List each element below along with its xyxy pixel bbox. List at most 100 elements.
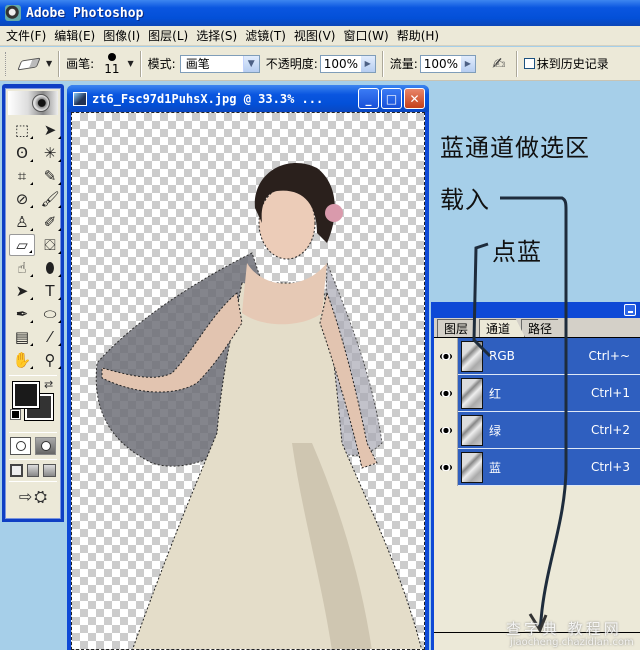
standard-mode-button[interactable] bbox=[10, 437, 31, 455]
menu-filter[interactable]: 滤镜(T) bbox=[243, 27, 292, 44]
menu-window[interactable]: 窗口(W) bbox=[341, 27, 394, 44]
magic-wand-tool[interactable]: ✳ bbox=[37, 142, 63, 164]
notes-tool[interactable]: ▤ bbox=[9, 326, 35, 348]
flow-field[interactable]: 100% ▶ bbox=[419, 54, 476, 73]
mode-select[interactable]: 画笔 ▼ bbox=[179, 54, 260, 73]
flow-label: 流量: bbox=[389, 57, 418, 71]
menu-edit[interactable]: 编辑(E) bbox=[52, 27, 101, 44]
channels-palette: 图层 通道 路径 RGB Ctrl+~ 红 Ctrl+1 绿 Ctrl+2 蓝 … bbox=[431, 302, 640, 650]
marquee-tool[interactable]: ⬚ bbox=[9, 119, 35, 141]
brush-dropdown-arrow-icon[interactable]: ▼ bbox=[127, 59, 133, 68]
checkbox-box[interactable] bbox=[523, 58, 535, 69]
visibility-toggle[interactable] bbox=[434, 374, 458, 412]
full-screen-menu-mode-button[interactable] bbox=[26, 464, 40, 477]
channel-row-rgb[interactable]: RGB Ctrl+~ bbox=[434, 337, 640, 375]
clone-stamp-tool[interactable]: ♙ bbox=[9, 211, 35, 233]
tool-preset-picker[interactable]: ▼ bbox=[17, 57, 53, 70]
channel-shortcut: Ctrl+3 bbox=[590, 460, 630, 474]
move-tool[interactable]: ➤ bbox=[37, 119, 63, 141]
palette-minimize-button[interactable] bbox=[624, 304, 636, 316]
channel-item[interactable]: 蓝 Ctrl+3 bbox=[458, 449, 640, 485]
healing-brush-tool[interactable]: ⊘ bbox=[9, 188, 35, 210]
document-canvas[interactable] bbox=[71, 112, 425, 650]
options-bar: ▼ 画笔: 11 ▼ 模式: 画笔 ▼ 不透明度: 100% ▶ 流量: 100… bbox=[0, 47, 640, 81]
jump-to-imageready-button[interactable]: ⇨ ⛭ bbox=[6, 484, 60, 510]
annotation-load-blue-channel: 蓝通道做选区 bbox=[440, 134, 590, 162]
menu-help[interactable]: 帮助(H) bbox=[395, 27, 445, 44]
history-brush-tool[interactable]: ✐ bbox=[37, 211, 63, 233]
opacity-value: 100% bbox=[323, 56, 359, 71]
channel-shortcut: Ctrl+2 bbox=[590, 423, 630, 437]
eyedropper-tool[interactable]: ⁄ bbox=[37, 326, 63, 348]
type-tool[interactable]: T bbox=[37, 280, 63, 302]
channel-row-green[interactable]: 绿 Ctrl+2 bbox=[434, 411, 640, 449]
channel-row-red[interactable]: 红 Ctrl+1 bbox=[434, 374, 640, 412]
toolbox: ⬚ ➤ ʘ ✳ ⌗ ✎ ⊘ 🖌 ♙ ✐ ▱ ⛋ ☝ ⬮ ➤ T ✒ ⬭ ▤ ⁄ ✋ ⚲ ⇄ ⇨ ⛭ bbox=[2, 84, 64, 522]
menu-file[interactable]: 文件(F) bbox=[4, 27, 52, 44]
foreground-color-swatch[interactable] bbox=[12, 381, 40, 409]
toolbox-header-logo[interactable] bbox=[8, 91, 58, 115]
separator bbox=[515, 50, 518, 77]
pen-tool[interactable]: ✒ bbox=[9, 303, 35, 325]
eraser-icon bbox=[17, 57, 41, 70]
menu-view[interactable]: 视图(V) bbox=[292, 27, 342, 44]
menu-select[interactable]: 选择(S) bbox=[194, 27, 243, 44]
channel-item[interactable]: 绿 Ctrl+2 bbox=[458, 412, 640, 448]
blur-tool[interactable]: ☝ bbox=[9, 257, 35, 279]
zoom-tool[interactable]: ⚲ bbox=[37, 349, 63, 371]
eraser-tool[interactable]: ▱ bbox=[9, 234, 35, 256]
tab-channels[interactable]: 通道 bbox=[479, 319, 526, 337]
crop-icon: ⌗ bbox=[17, 167, 27, 185]
zoom-icon: ⚲ bbox=[44, 351, 56, 369]
document-title-bar[interactable]: zt6_Fsc97d1PuhsX.jpg @ 33.3% ... _ □ ✕ bbox=[67, 85, 429, 112]
maximize-button[interactable]: □ bbox=[381, 88, 402, 109]
ellipse-tool[interactable]: ⬭ bbox=[37, 303, 63, 325]
brush-tool[interactable]: 🖌 bbox=[37, 188, 63, 210]
channel-item[interactable]: 红 Ctrl+1 bbox=[458, 375, 640, 411]
quick-mask-mode-button[interactable] bbox=[35, 437, 56, 455]
brush-picker[interactable]: 11 bbox=[104, 52, 119, 75]
options-bar-grip[interactable] bbox=[5, 51, 8, 76]
palette-title-bar[interactable] bbox=[431, 302, 640, 318]
erase-to-history-checkbox[interactable]: 抹到历史记录 bbox=[523, 55, 609, 72]
chevron-right-icon[interactable]: ▶ bbox=[360, 55, 375, 72]
watermark-text: 查字典 教程网 bbox=[506, 620, 622, 638]
channel-row-blue[interactable]: 蓝 Ctrl+3 bbox=[434, 448, 640, 486]
visibility-toggle[interactable] bbox=[434, 337, 458, 375]
paint-bucket-tool[interactable]: ⛋ bbox=[37, 234, 63, 256]
mode-value: 画笔 bbox=[185, 57, 210, 71]
swap-colors-icon[interactable]: ⇄ bbox=[44, 378, 53, 391]
separator bbox=[9, 432, 57, 433]
dodge-tool[interactable]: ⬮ bbox=[37, 257, 63, 279]
full-screen-mode-button[interactable] bbox=[43, 464, 57, 477]
visibility-toggle[interactable] bbox=[434, 448, 458, 486]
dropdown-arrow-icon: ▼ bbox=[46, 59, 53, 68]
standard-mode-icon bbox=[15, 441, 26, 451]
paint-bucket-icon: ⛋ bbox=[44, 236, 56, 254]
eye-icon bbox=[439, 352, 452, 360]
crop-tool[interactable]: ⌗ bbox=[9, 165, 35, 187]
visibility-toggle[interactable] bbox=[434, 411, 458, 449]
close-button[interactable]: ✕ bbox=[404, 88, 425, 109]
eyedropper-icon: ⁄ bbox=[48, 328, 52, 346]
standard-screen-mode-button[interactable] bbox=[10, 464, 23, 477]
chevron-right-icon[interactable]: ▶ bbox=[460, 55, 475, 72]
hand-icon: ✋ bbox=[12, 351, 32, 369]
opacity-field[interactable]: 100% ▶ bbox=[319, 54, 376, 73]
app-title: Adobe Photoshop bbox=[26, 5, 144, 21]
menu-image[interactable]: 图像(I) bbox=[101, 27, 146, 44]
title-bar: Adobe Photoshop bbox=[0, 0, 640, 26]
path-selection-tool[interactable]: ➤ bbox=[9, 280, 35, 302]
document-window: zt6_Fsc97d1PuhsX.jpg @ 33.3% ... _ □ ✕ bbox=[67, 85, 429, 650]
airbrush-icon[interactable]: ✍ bbox=[488, 54, 510, 74]
tab-layers[interactable]: 图层 bbox=[437, 319, 484, 337]
hand-tool[interactable]: ✋ bbox=[9, 349, 35, 371]
channel-item[interactable]: RGB Ctrl+~ bbox=[458, 338, 640, 374]
tab-paths[interactable]: 路径 bbox=[521, 319, 568, 337]
default-colors-icon[interactable] bbox=[10, 409, 21, 420]
slice-tool[interactable]: ✎ bbox=[37, 165, 63, 187]
lasso-tool[interactable]: ʘ bbox=[9, 142, 35, 164]
channel-name: 绿 bbox=[489, 423, 502, 438]
minimize-button[interactable]: _ bbox=[358, 88, 379, 109]
menu-layer[interactable]: 图层(L) bbox=[146, 27, 194, 44]
